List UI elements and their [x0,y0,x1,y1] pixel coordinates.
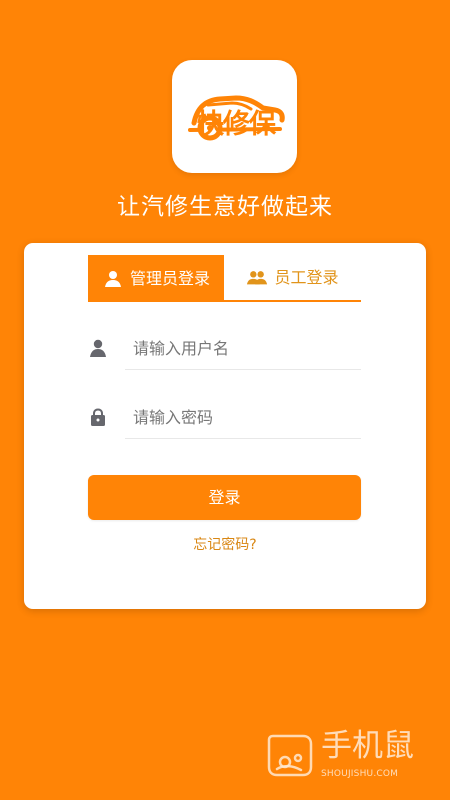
watermark-title: 手机鼠 [321,728,414,764]
user-icon [102,270,124,288]
watermark-logo-icon [265,731,315,779]
password-row [88,396,361,439]
tab-staff-label: 员工登录 [274,267,339,287]
users-icon [246,269,268,287]
username-row [88,327,361,370]
lock-icon [88,407,108,427]
tab-admin-login[interactable]: 管理员登录 [88,255,224,302]
username-input[interactable] [125,327,361,370]
login-tabs: 管理员登录 员工登录 [88,255,361,302]
logo-wordmark: 快修保 [197,109,276,140]
watermark: 手机鼠 SHOUJISHU.COM [265,728,435,789]
slogan-text: 让汽修生意好做起来 [117,194,333,220]
login-button[interactable]: 登录 [88,475,361,520]
app-logo: 快修保 [172,60,297,173]
forgot-password-link[interactable]: 忘记密码? [24,535,426,555]
password-input[interactable] [125,396,361,439]
login-card: 管理员登录 员工登录 请输入用户名 登录 忘记密码? [24,243,426,609]
user-icon [88,338,108,358]
tab-staff-login[interactable]: 员工登录 [224,255,361,302]
watermark-domain: SHOUJISHU.COM [321,769,399,779]
tab-admin-label: 管理员登录 [129,268,210,288]
